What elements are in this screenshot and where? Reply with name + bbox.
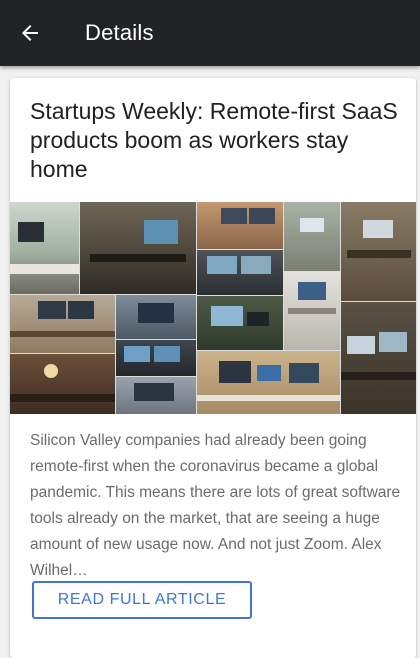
article-excerpt: Silicon Valley companies had already bee… [30, 432, 401, 579]
photo-tile [80, 202, 196, 294]
article-title: Startups Weekly: Remote-first SaaS produ… [30, 98, 398, 182]
arrow-left-icon [22, 25, 38, 41]
photo-tile [10, 295, 115, 353]
photo-tile [284, 202, 340, 271]
article-card: Startups Weekly: Remote-first SaaS produ… [10, 78, 416, 658]
photo-tile [197, 250, 283, 295]
article-image [10, 202, 416, 414]
photo-tile [116, 377, 196, 414]
photo-tile [284, 272, 340, 350]
photo-tile [341, 202, 416, 301]
back-button[interactable] [14, 17, 46, 49]
photo-tile [197, 296, 283, 350]
page-title: Details [85, 20, 154, 45]
app-bar: Details [0, 0, 420, 66]
photo-tile [197, 202, 283, 249]
photo-tile [197, 351, 340, 414]
photo-tile [116, 295, 196, 339]
photo-tile [10, 354, 115, 414]
read-full-article-button[interactable]: READ FULL ARTICLE [32, 581, 252, 619]
photo-tile [10, 202, 79, 294]
photo-tile [341, 302, 416, 414]
photo-tile [116, 340, 196, 376]
